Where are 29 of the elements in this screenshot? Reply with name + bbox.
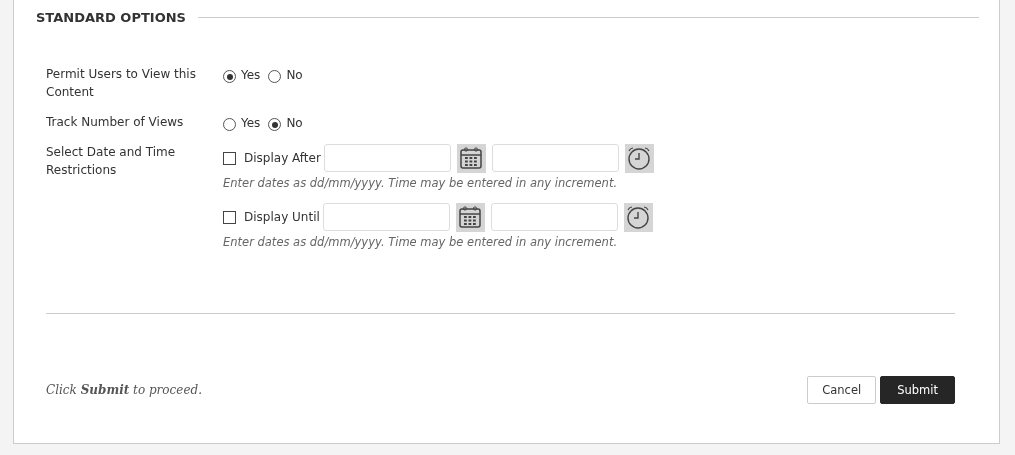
checkbox-label: Display Until: [244, 210, 320, 224]
checkbox[interactable]: [223, 210, 236, 224]
clock-icon: [626, 145, 653, 171]
field-label: Select Date and Time Restrictions: [46, 144, 177, 179]
calendar-icon: [459, 146, 484, 170]
radio-label: No: [286, 116, 303, 130]
date-field[interactable]: [323, 144, 451, 172]
date-field[interactable]: [322, 203, 450, 231]
calendar-button[interactable]: [456, 143, 486, 173]
hint-text: Enter dates as dd/mm/yyyy. Time may be entered in any increment.: [223, 235, 619, 249]
calendar-icon: [458, 205, 483, 229]
checkbox-label: Display After: [244, 151, 321, 165]
calendar-button[interactable]: [455, 202, 485, 232]
radio-label: Yes: [241, 116, 261, 130]
field-label: Permit Users to View this Content: [46, 66, 197, 101]
clock-button[interactable]: [623, 202, 653, 232]
submit-button[interactable]: Submit: [880, 376, 955, 404]
field-label: Track Number of Views: [46, 114, 185, 131]
footer-note: Click Submit to proceed.: [46, 383, 202, 397]
radio-label: Yes: [241, 68, 261, 82]
section-title: STANDARD OPTIONS: [36, 10, 186, 25]
cancel-button[interactable]: Cancel: [807, 376, 877, 404]
clock-button[interactable]: [624, 143, 654, 173]
hint-text: Enter dates as dd/mm/yyyy. Time may be entered in any increment.: [223, 176, 619, 190]
time-field[interactable]: [490, 203, 618, 231]
checkbox[interactable]: [223, 151, 236, 165]
clock-icon: [625, 204, 652, 230]
radio-label: No: [286, 68, 303, 82]
time-field[interactable]: [491, 144, 619, 172]
